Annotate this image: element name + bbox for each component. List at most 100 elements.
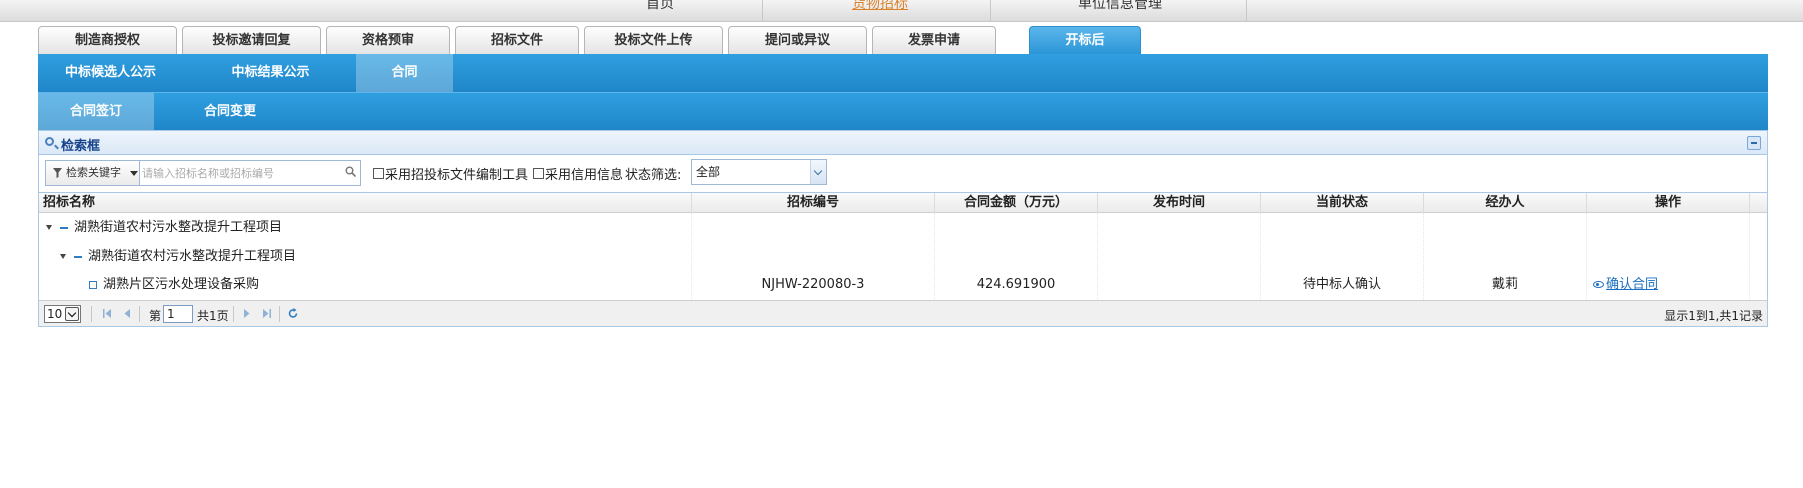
caret-down-icon <box>130 171 138 176</box>
table-header: 招标名称 招标编号 合同金额（万元） 发布时间 当前状态 经办人 操作 <box>39 193 1767 213</box>
contract-amount <box>935 213 1098 243</box>
keyword-type-label: 检索关键字 <box>66 166 121 179</box>
column-header-status[interactable]: 当前状态 <box>1261 193 1424 213</box>
top-nav-separator <box>1246 0 1247 21</box>
current-page-input[interactable]: 1 <box>163 305 193 323</box>
current-status: 待中标人确认 <box>1261 269 1424 300</box>
current-status <box>1261 213 1424 243</box>
column-header-amount[interactable]: 合同金额（万元） <box>935 193 1098 213</box>
tender-name: 湖熟街道农村污水整改提升工程项目 <box>88 249 297 264</box>
subtab-bar-primary: 中标候选人公示 中标结果公示 合同 <box>38 54 1768 92</box>
status-filter-select[interactable]: 全部 <box>691 159 827 185</box>
total-pages: 共1页 <box>197 309 229 323</box>
status-filter-value: 全部 <box>696 165 721 179</box>
confirm-contract-link[interactable]: 确认合同 <box>1606 277 1658 292</box>
tender-code <box>692 213 935 243</box>
credit-checkbox[interactable] <box>533 168 544 179</box>
column-header-name[interactable]: 招标名称 <box>39 193 692 213</box>
tender-name: 湖熟片区污水处理设备采购 <box>103 277 260 292</box>
table-row[interactable]: 湖熟街道农村污水整改提升工程项目 <box>39 213 1767 243</box>
contract-amount: 424.691900 <box>935 269 1098 300</box>
subtab-candidate-notice[interactable]: 中标候选人公示 <box>38 54 183 92</box>
collapse-icon[interactable] <box>1747 136 1761 150</box>
tool-checkbox-label: 采用招投标文件编制工具 <box>385 168 529 183</box>
credit-checkbox-label: 采用信用信息 <box>545 168 624 183</box>
filter-icon <box>53 168 62 178</box>
search-panel-title: 检索框 <box>61 139 101 154</box>
tender-code <box>692 244 935 269</box>
tab-prequalification[interactable]: 资格预审 <box>326 26 450 54</box>
record-info: 显示1到1,共1记录 <box>1664 309 1763 323</box>
subtab-result-notice[interactable]: 中标结果公示 <box>198 54 343 92</box>
pager-separator <box>139 306 140 322</box>
column-header-action: 操作 <box>1587 193 1750 213</box>
page-size-select[interactable]: 10 <box>44 305 81 323</box>
column-header-code[interactable]: 招标编号 <box>692 193 935 213</box>
chevron-down-icon <box>65 307 79 321</box>
keyword-input[interactable] <box>142 163 338 183</box>
subtab-contract[interactable]: 合同 <box>356 54 453 92</box>
search-icon <box>45 137 54 146</box>
tree-cell: 湖熟街道农村污水整改提升工程项目 <box>39 244 692 269</box>
row-action <box>1587 244 1750 269</box>
main-tabs: 制造商授权 投标邀请回复 资格预审 招标文件 投标文件上传 提问或异议 发票申请… <box>38 26 1768 54</box>
tab-invoice-request[interactable]: 发票申请 <box>872 26 996 54</box>
tab-invitation-reply[interactable]: 投标邀请回复 <box>182 26 321 54</box>
top-nav-home[interactable]: 首页 <box>600 0 720 15</box>
top-nav-separator <box>990 0 991 21</box>
pagination-bar: 10 第 1 共1页 显示1到1,共1记录 <box>39 300 1767 326</box>
tree-cell: 湖熟片区污水处理设备采购 <box>39 269 692 300</box>
top-nav-goods-tender[interactable]: 货物招标 <box>820 0 940 15</box>
first-page-icon[interactable] <box>101 307 113 320</box>
top-nav: 首页 货物招标 单位信息管理 <box>0 0 1803 22</box>
expand-triangle-icon[interactable] <box>60 254 66 259</box>
publish-time <box>1098 213 1261 243</box>
subtab-contract-change[interactable]: 合同变更 <box>172 93 288 131</box>
row-action: 确认合同 <box>1587 269 1750 300</box>
keyword-type-select[interactable]: 检索关键字 <box>46 161 140 185</box>
folder-open-icon <box>60 226 68 229</box>
tool-checkbox[interactable] <box>373 168 384 179</box>
previous-page-icon[interactable] <box>121 307 133 320</box>
pager-separator <box>233 306 234 322</box>
table-row[interactable]: 湖熟片区污水处理设备采购 NJHW-220080-3 424.691900 待中标人确… <box>39 269 1767 300</box>
tab-after-opening[interactable]: 开标后 <box>1029 26 1141 54</box>
contract-table: 招标名称 招标编号 合同金额（万元） 发布时间 当前状态 经办人 操作 湖熟街道… <box>38 193 1768 327</box>
top-nav-org-info[interactable]: 单位信息管理 <box>1060 0 1180 15</box>
document-icon <box>89 280 97 289</box>
search-panel-body: 检索关键字 采用招投标文件编制工具 采用信用信息 状态筛选: 全部 <box>38 155 1768 193</box>
contract-amount <box>935 244 1098 269</box>
eye-icon <box>1593 281 1604 288</box>
next-page-icon[interactable] <box>241 307 253 320</box>
table-row[interactable]: 湖熟街道农村污水整改提升工程项目 <box>39 244 1767 269</box>
page-prefix: 第 <box>149 309 162 323</box>
page-size-value: 10 <box>47 307 63 321</box>
subtab-contract-signing[interactable]: 合同签订 <box>38 93 154 131</box>
status-filter-label: 状态筛选: <box>625 168 682 183</box>
handler <box>1424 244 1587 269</box>
handler: 戴莉 <box>1424 269 1587 300</box>
search-icon[interactable] <box>345 166 356 177</box>
publish-time <box>1098 269 1261 300</box>
tender-name: 湖熟街道农村污水整改提升工程项目 <box>74 220 283 235</box>
column-header-handler[interactable]: 经办人 <box>1424 193 1587 213</box>
refresh-icon[interactable] <box>287 307 299 320</box>
row-action <box>1587 213 1750 243</box>
folder-open-icon <box>74 255 82 258</box>
current-status <box>1261 244 1424 269</box>
last-page-icon[interactable] <box>261 307 273 320</box>
chevron-down-icon <box>810 160 826 184</box>
tab-bid-upload[interactable]: 投标文件上传 <box>584 26 723 54</box>
publish-time <box>1098 244 1261 269</box>
pager-separator <box>91 306 92 322</box>
keyword-search-box: 检索关键字 <box>45 160 361 186</box>
column-header-publish-time[interactable]: 发布时间 <box>1098 193 1261 213</box>
tab-manufacturer-auth[interactable]: 制造商授权 <box>38 26 177 54</box>
tab-tender-documents[interactable]: 招标文件 <box>455 26 579 54</box>
tab-questions-objections[interactable]: 提问或异议 <box>728 26 867 54</box>
top-nav-separator <box>762 0 763 21</box>
subtab-bar-secondary: 合同签订 合同变更 <box>38 92 1768 131</box>
expand-triangle-icon[interactable] <box>46 225 52 230</box>
tender-code: NJHW-220080-3 <box>692 269 935 300</box>
search-panel-header: 检索框 <box>38 130 1768 155</box>
